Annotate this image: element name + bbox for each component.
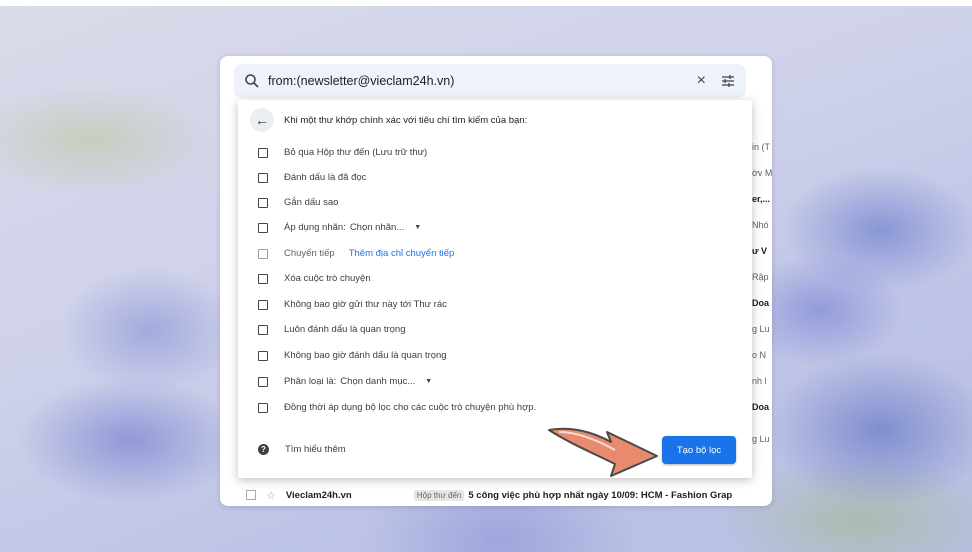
help-icon: ?	[258, 444, 269, 455]
checkbox[interactable]	[258, 197, 268, 208]
list-peek: Nhó	[752, 220, 769, 230]
list-peek: nh l	[752, 376, 767, 386]
filter-dialog: ← Khi một thư khớp chính xác với tiêu ch…	[238, 100, 752, 478]
dialog-title: Khi một thư khớp chính xác với tiêu chí …	[284, 114, 528, 126]
checkbox[interactable]	[258, 299, 268, 310]
category-select[interactable]: Chọn danh mục... ▼	[340, 376, 432, 387]
list-peek: er,...	[752, 194, 771, 204]
dropdown-caret-icon: ▼	[414, 224, 422, 231]
star-icon[interactable]: ☆	[266, 489, 276, 502]
checkbox[interactable]	[258, 402, 268, 413]
label-select[interactable]: Chọn nhãn... ▼	[350, 222, 421, 233]
list-peek: Rập	[752, 272, 769, 282]
option-forward[interactable]: Chuyển tiếp Thêm địa chỉ chuyển tiếp	[258, 248, 454, 259]
close-icon[interactable]: ×	[697, 72, 706, 90]
row-checkbox[interactable]	[246, 490, 256, 500]
top-border	[0, 0, 972, 6]
list-peek: in (T	[752, 142, 770, 152]
checkbox[interactable]	[258, 376, 268, 387]
dropdown-caret-icon: ▼	[425, 378, 433, 385]
option-mark-read[interactable]: Đánh dấu là đã đọc	[258, 172, 366, 183]
list-peek: Doa	[752, 298, 770, 308]
list-peek: g Lu	[752, 324, 770, 334]
checkbox[interactable]	[258, 222, 268, 233]
row-subject: 5 công việc phù hợp nhất ngày 10/09: HCM…	[468, 489, 733, 501]
checkbox[interactable]	[258, 350, 268, 361]
option-apply-label[interactable]: Áp dụng nhãn: Chọn nhãn... ▼	[258, 222, 421, 233]
option-apply-existing[interactable]: Đồng thời áp dụng bộ lọc cho các cuộc tr…	[258, 402, 536, 413]
checkbox[interactable]	[258, 324, 268, 335]
checkbox[interactable]	[258, 248, 268, 259]
option-always-important[interactable]: Luôn đánh dấu là quan trọng	[258, 324, 406, 335]
option-never-important[interactable]: Không bao giờ đánh dấu là quan trọng	[258, 350, 447, 361]
row-sender: Vieclam24h.vn	[285, 489, 352, 501]
option-delete[interactable]: Xóa cuộc trò chuyện	[258, 273, 371, 284]
list-peek: g Lu	[752, 434, 770, 444]
option-star[interactable]: Gắn dấu sao	[258, 197, 338, 208]
search-icon	[245, 74, 259, 88]
list-peek: Doa	[752, 402, 770, 412]
list-peek: ư V	[752, 246, 768, 256]
list-peek: o N	[752, 350, 767, 360]
option-categorize[interactable]: Phân loại là: Chọn danh mục... ▼	[258, 376, 432, 387]
option-never-spam[interactable]: Không bao giờ gửi thư này tới Thư rác	[258, 299, 447, 310]
learn-more[interactable]: ? Tìm hiểu thêm	[258, 444, 346, 455]
checkbox[interactable]	[258, 147, 268, 158]
search-bar[interactable]: from:(newsletter@vieclam24h.vn) ×	[234, 64, 746, 98]
pointer-arrow-icon	[548, 427, 658, 477]
list-peek: ờv M	[752, 168, 773, 178]
checkbox[interactable]	[258, 273, 268, 284]
back-arrow-icon[interactable]: ←	[250, 108, 274, 132]
inbox-label: Hộp thư đến	[413, 489, 465, 501]
option-skip-inbox[interactable]: Bỏ qua Hộp thư đến (Lưu trữ thư)	[258, 147, 427, 158]
create-filter-button[interactable]: Tạo bộ lọc	[662, 436, 736, 464]
checkbox[interactable]	[258, 172, 268, 183]
search-query[interactable]: from:(newsletter@vieclam24h.vn)	[268, 74, 683, 88]
add-forward-address-link[interactable]: Thêm địa chỉ chuyển tiếp	[349, 248, 455, 259]
search-options-icon[interactable]	[720, 73, 736, 89]
dialog-header: ← Khi một thư khớp chính xác với tiêu ch…	[250, 108, 527, 132]
email-row[interactable]: ☆ Vieclam24h.vn Hộp thư đến 5 công việc …	[246, 486, 772, 504]
